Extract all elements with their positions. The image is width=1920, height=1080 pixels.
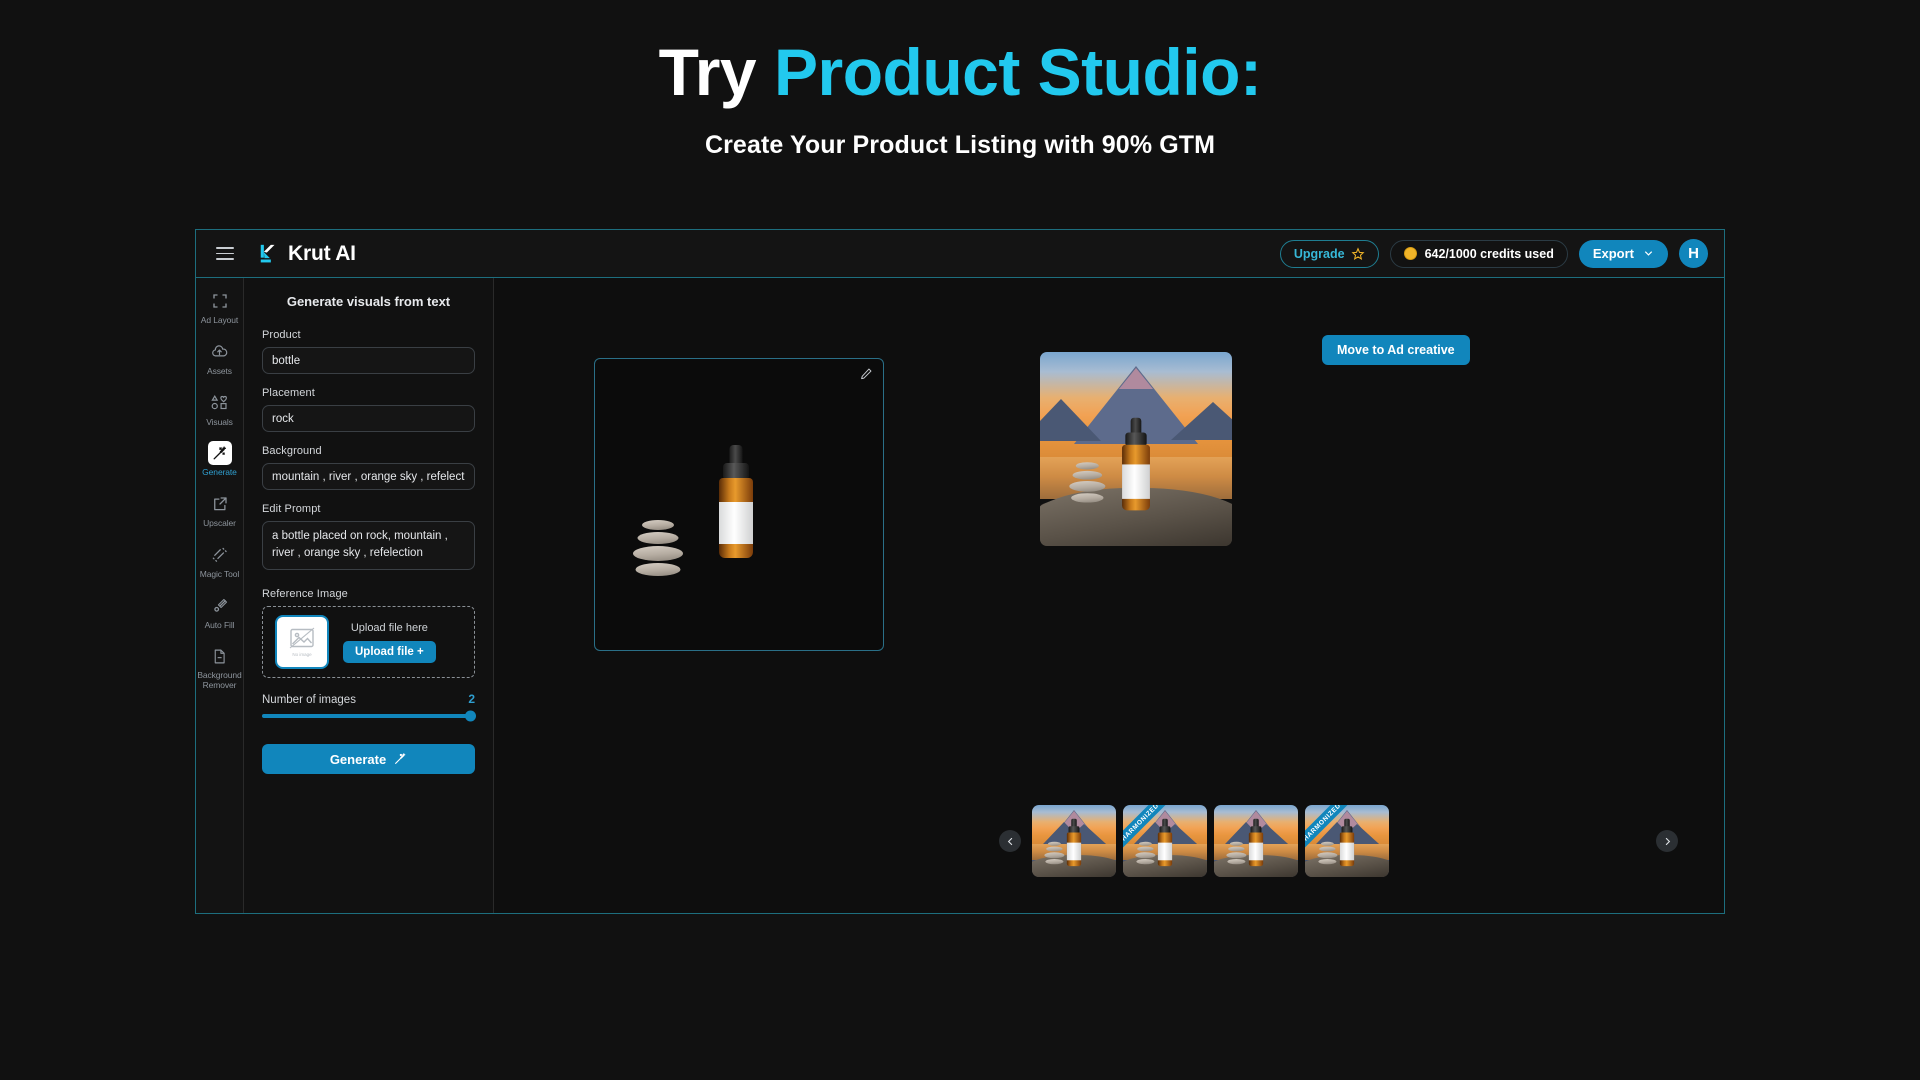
export-button[interactable]: Export — [1578, 239, 1668, 268]
upgrade-label: Upgrade — [1293, 246, 1345, 261]
magic-wand-icon — [207, 441, 232, 466]
field-product: Product — [262, 329, 475, 374]
background-input[interactable] — [262, 463, 475, 490]
sidebar-item-auto-fill[interactable]: Auto Fill — [197, 594, 243, 631]
pen-icon — [208, 594, 232, 618]
canvas-area: Move to Ad creative HARMONIZED HARMONIZE… — [494, 278, 1724, 913]
promo-title: Try Product Studio: — [0, 35, 1920, 109]
thumbnails-next-button[interactable] — [1656, 830, 1678, 852]
promo-title-plain: Try — [658, 35, 774, 109]
generated-result-image[interactable] — [1040, 352, 1232, 546]
reference-thumbnail-caption: No image — [292, 652, 312, 657]
magic-wand-icon — [395, 753, 406, 764]
sidebar-label: Upscaler — [203, 518, 236, 529]
broken-image-icon — [289, 627, 315, 649]
sidebar-item-visuals[interactable]: Visuals — [197, 391, 243, 428]
generate-label: Generate — [329, 751, 387, 767]
promo-banner: Try Product Studio: Create Your Product … — [0, 0, 1920, 160]
number-of-images-row: Number of images 2 — [262, 692, 475, 706]
field-label: Background — [262, 445, 322, 457]
bottle-graphic — [717, 445, 755, 560]
edit-prompt-textarea[interactable] — [262, 521, 475, 570]
thumbnail-item[interactable] — [1214, 805, 1298, 877]
field-background: Background — [262, 445, 475, 490]
credits-badge: 642/1000 credits used — [1389, 239, 1568, 268]
upgrade-button[interactable]: Upgrade — [1279, 239, 1379, 268]
thumbnails-prev-button[interactable] — [999, 830, 1021, 852]
star-icon — [1351, 246, 1365, 260]
upload-file-button[interactable]: Upload file + — [343, 640, 436, 663]
app-window: Krut AI Upgrade 642/1000 credits used Ex… — [195, 229, 1725, 914]
krut-logo-icon — [260, 244, 275, 262]
shapes-icon — [208, 391, 232, 415]
sidebar-item-ad-layout[interactable]: Ad Layout — [197, 289, 243, 326]
placement-input[interactable] — [262, 405, 475, 432]
app-body: Ad Layout Assets Visuals Generate Upscal… — [196, 278, 1724, 913]
sidebar-item-upscaler[interactable]: Upscaler — [197, 492, 243, 529]
source-preview-box[interactable] — [594, 358, 884, 651]
reference-thumbnail: No image — [275, 615, 329, 669]
brand-name: Krut AI — [288, 241, 356, 265]
promo-subtitle: Create Your Product Listing with 90% GTM — [704, 131, 1216, 160]
upload-controls: Upload file here Upload file + — [343, 622, 436, 663]
sidebar-label: Generate — [202, 467, 237, 478]
chevron-right-icon — [1665, 837, 1670, 845]
number-of-images-slider[interactable] — [262, 710, 476, 722]
top-bar-actions: Upgrade 642/1000 credits used Export H — [1279, 239, 1708, 268]
generate-button[interactable]: Generate — [262, 744, 475, 774]
upload-hint: Upload file here — [350, 621, 428, 634]
hamburger-icon[interactable] — [208, 237, 242, 271]
promo-title-accent: Product Studio: — [773, 35, 1262, 109]
panel-title: Generate visuals from text — [286, 294, 451, 309]
move-to-ad-creative-button[interactable]: Move to Ad creative — [1322, 335, 1470, 365]
brand: Krut AI — [258, 242, 356, 266]
reference-dropzone[interactable]: No image Upload file here Upload file + — [262, 606, 475, 678]
scene-graphic — [1040, 352, 1232, 546]
reference-image-label: Reference Image — [262, 588, 348, 600]
field-label: Edit Prompt — [262, 503, 321, 515]
chevron-down-icon — [1644, 251, 1653, 256]
field-edit-prompt: Edit Prompt — [262, 503, 475, 575]
sidebar-label: Background Remover — [197, 670, 242, 691]
number-of-images-value: 2 — [468, 692, 475, 706]
top-bar: Krut AI Upgrade 642/1000 credits used Ex… — [196, 230, 1724, 278]
sidebar-label: Magic Tool — [199, 568, 240, 579]
export-label: Export — [1592, 246, 1634, 261]
sidebar-item-assets[interactable]: Assets — [197, 340, 243, 377]
field-placement: Placement — [262, 387, 475, 432]
sidebar-label: Assets — [207, 365, 232, 376]
avatar[interactable]: H — [1679, 239, 1708, 268]
thumbnail-item[interactable] — [1032, 805, 1116, 877]
coin-icon — [1403, 247, 1417, 260]
number-of-images-label: Number of images — [262, 694, 356, 706]
sidebar-item-magic-tool[interactable]: Magic Tool — [197, 543, 243, 580]
sidebar-label: Ad Layout — [200, 315, 239, 325]
thumbnail-item[interactable]: HARMONIZED — [1305, 805, 1389, 877]
slider-knob[interactable] — [465, 710, 476, 722]
sparkle-lines-icon — [208, 543, 232, 567]
tool-rail: Ad Layout Assets Visuals Generate Upscal… — [196, 278, 244, 913]
sidebar-label: Auto Fill — [204, 619, 235, 630]
document-minus-icon — [208, 644, 232, 668]
chevron-left-icon — [1007, 837, 1012, 845]
credits-label: 642/1000 credits used — [1424, 246, 1554, 261]
field-label: Product — [262, 329, 301, 341]
sidebar-label: Visuals — [206, 416, 233, 427]
thumbnail-strip: HARMONIZED HARMONIZED — [1032, 805, 1389, 877]
field-label: Placement — [262, 387, 315, 399]
product-input[interactable] — [262, 347, 475, 374]
sidebar-item-generate[interactable]: Generate — [197, 441, 243, 478]
thumbnail-item[interactable]: HARMONIZED — [1123, 805, 1207, 877]
expand-arrow-icon — [208, 492, 232, 516]
pencil-icon[interactable] — [859, 367, 873, 381]
frame-icon — [208, 289, 232, 313]
reference-image-group: Reference Image No image Upload file her… — [262, 588, 475, 678]
generate-panel: Generate visuals from text Product Place… — [244, 278, 494, 913]
stone-stack-graphic — [627, 516, 689, 578]
cloud-upload-icon — [208, 340, 232, 364]
sidebar-item-background-remover[interactable]: Background Remover — [197, 644, 243, 691]
